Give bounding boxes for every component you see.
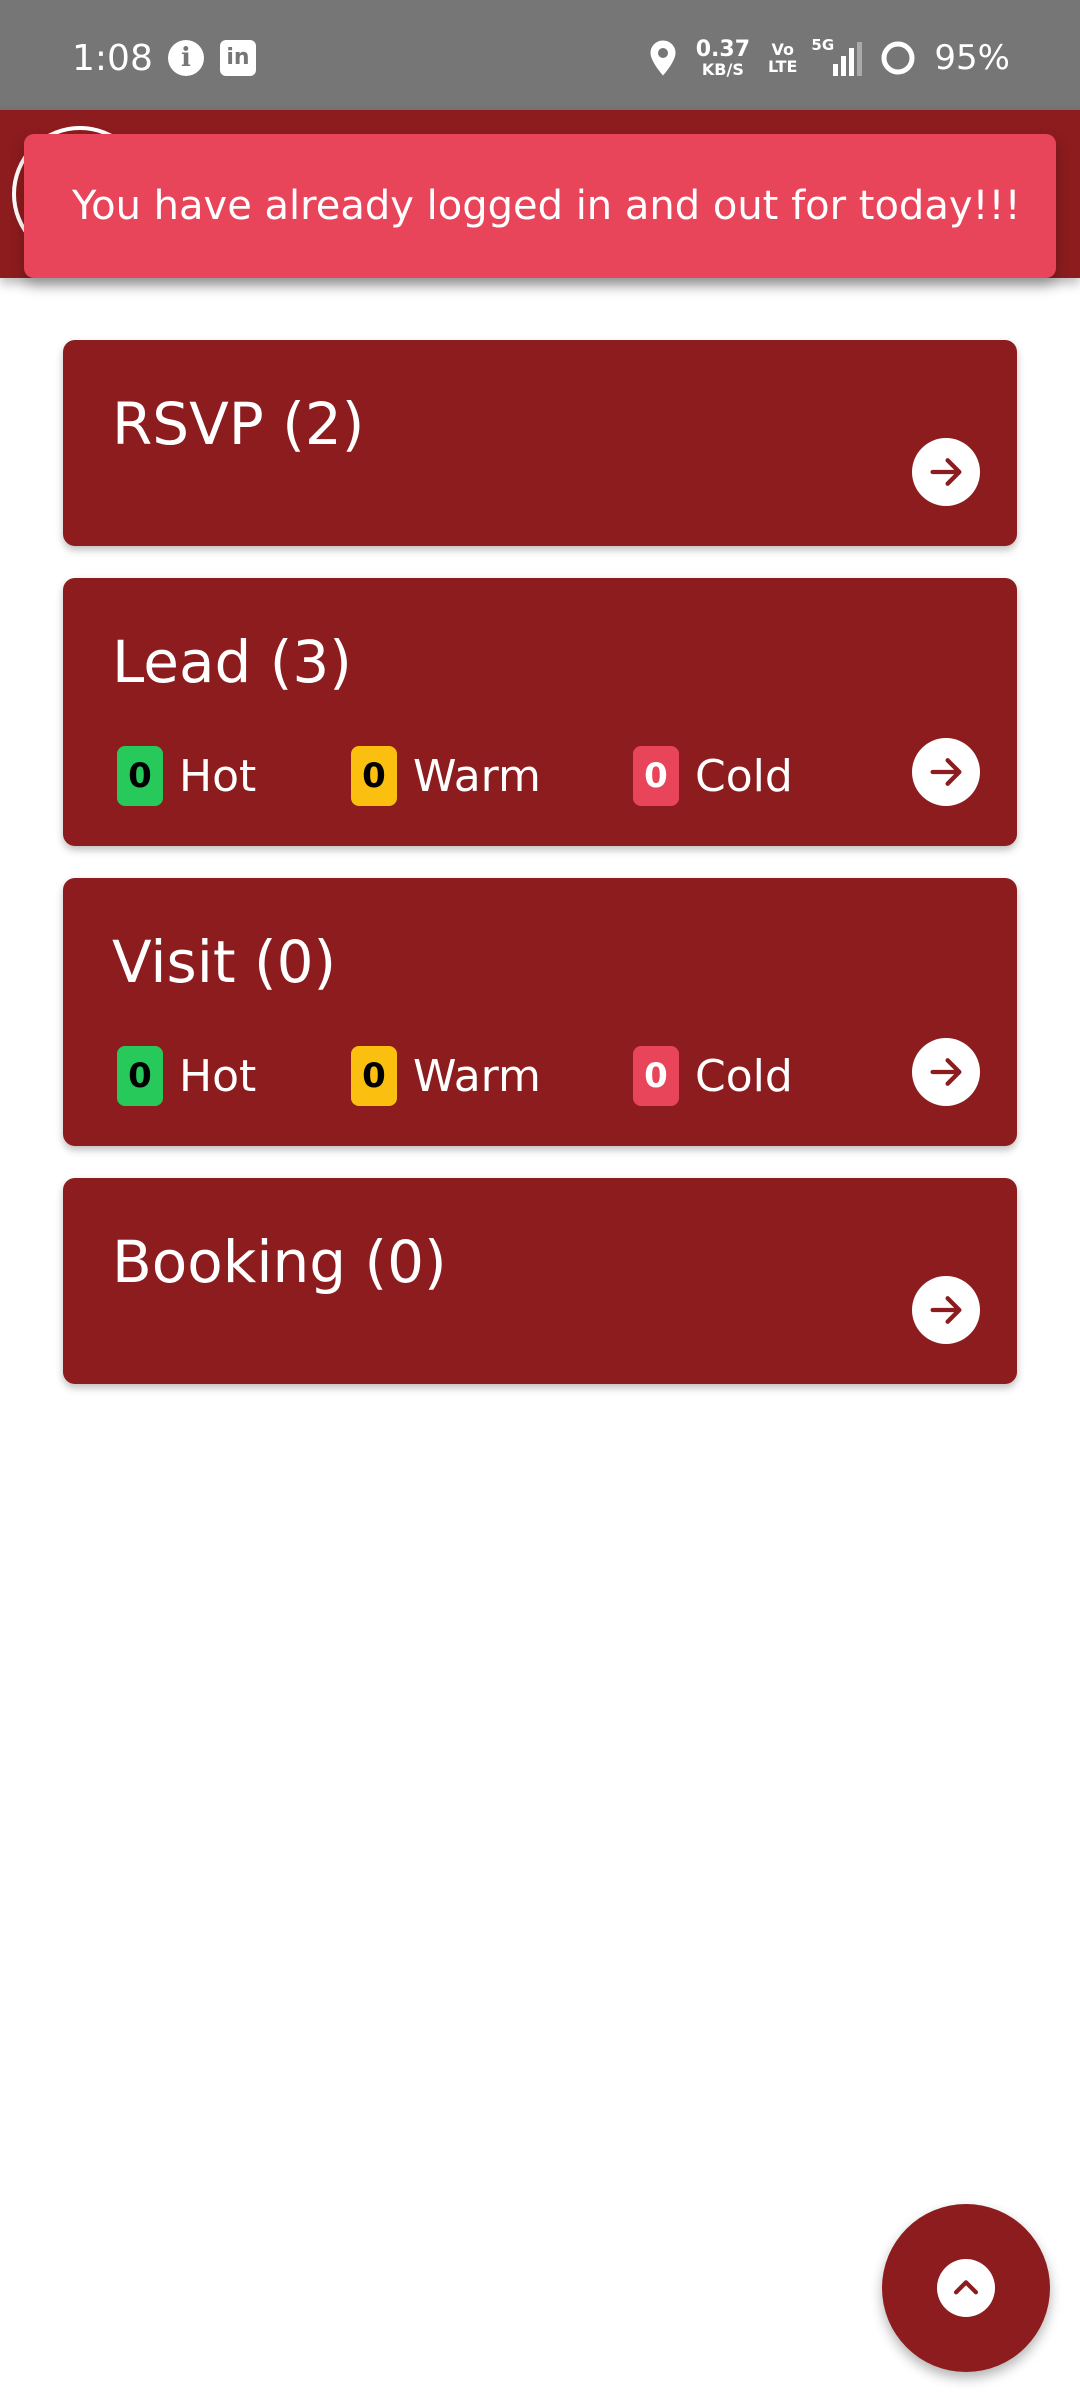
scroll-top-fab[interactable] [882, 2204, 1050, 2372]
cold-count-badge: 0 [633, 1046, 679, 1106]
warm-stat: 0 Warm [351, 1046, 541, 1106]
cold-stat: 0 Cold [633, 1046, 793, 1106]
arrow-right-icon [930, 1058, 962, 1086]
rsvp-card[interactable]: RSVP (2) [63, 340, 1017, 546]
card-title: Lead (3) [112, 628, 352, 696]
warm-count-badge: 0 [351, 746, 397, 806]
visit-card[interactable]: Visit (0) 0 Hot 0 Warm 0 Cold [63, 878, 1017, 1146]
hot-stat: 0 Hot [117, 746, 256, 806]
linkedin-icon: in [220, 40, 256, 76]
speed-value: 0.37 [695, 36, 751, 62]
status-right-group: 0.37 KB/S Vo LTE 5G 95% [648, 36, 1010, 79]
card-title: Booking (0) [112, 1228, 447, 1296]
rsvp-arrow-button[interactable] [912, 438, 980, 506]
volte-top: Vo [771, 40, 794, 59]
cold-stat: 0 Cold [633, 746, 793, 806]
hot-count-badge: 0 [117, 746, 163, 806]
battery-ring-icon [881, 41, 915, 75]
battery-percent: 95% [934, 38, 1010, 78]
hot-count-badge: 0 [117, 1046, 163, 1106]
cold-label: Cold [695, 1050, 793, 1102]
fab-icon-circle [937, 2259, 995, 2317]
hot-stat: 0 Hot [117, 1046, 256, 1106]
status-bar: 1:08 i in 0.37 KB/S Vo LTE 5G 95% [0, 0, 1080, 110]
volte-bottom: LTE [768, 57, 798, 76]
booking-arrow-button[interactable] [912, 1276, 980, 1344]
lead-card[interactable]: Lead (3) 0 Hot 0 Warm 0 Cold [63, 578, 1017, 846]
info-icon: i [168, 40, 204, 76]
arrow-right-icon [930, 458, 962, 486]
volte-indicator: Vo LTE [768, 41, 797, 75]
speed-unit: KB/S [701, 59, 744, 79]
status-time: 1:08 [72, 38, 153, 79]
warm-count-badge: 0 [351, 1046, 397, 1106]
cold-count-badge: 0 [633, 746, 679, 806]
arrow-right-icon [930, 1296, 962, 1324]
network-type: 5G [811, 36, 835, 54]
warm-stat: 0 Warm [351, 746, 541, 806]
cold-label: Cold [695, 750, 793, 802]
signal-icon: 5G [811, 36, 863, 76]
visit-arrow-button[interactable] [912, 1038, 980, 1106]
warm-label: Warm [413, 1050, 541, 1102]
card-title: RSVP (2) [112, 390, 365, 458]
arrow-right-icon [930, 758, 962, 786]
booking-card[interactable]: Booking (0) [63, 1178, 1017, 1384]
network-speed: 0.37 KB/S [695, 36, 751, 79]
hot-label: Hot [179, 1050, 257, 1102]
toast-message: You have already logged in and out for t… [24, 134, 1056, 278]
lead-arrow-button[interactable] [912, 738, 980, 806]
warm-label: Warm [413, 750, 541, 802]
card-title: Visit (0) [112, 928, 337, 996]
hot-label: Hot [179, 750, 257, 802]
location-pin-icon [650, 40, 676, 76]
chevron-up-icon [953, 2280, 979, 2295]
